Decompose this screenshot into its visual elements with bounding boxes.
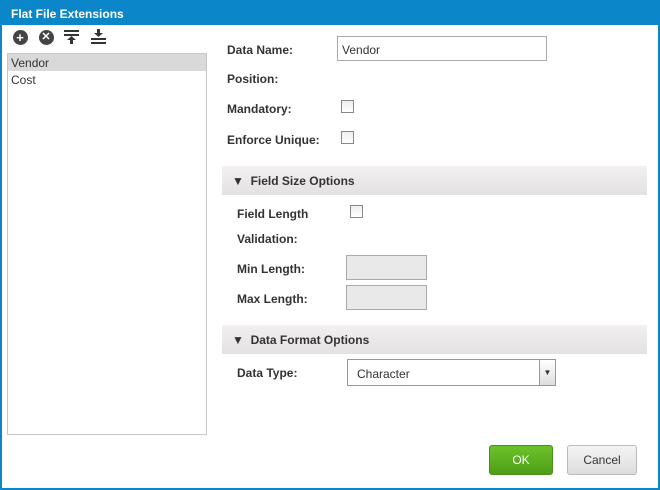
dialog-window: Flat File Extensions + ✕ Vendor Cost Dat… <box>0 0 660 490</box>
add-icon[interactable]: + <box>11 29 29 45</box>
collapse-triangle-icon: ▼ <box>232 333 244 347</box>
max-length-label: Max Length: <box>237 292 308 306</box>
data-type-select[interactable]: Character ▼ <box>347 359 556 386</box>
cancel-button[interactable]: Cancel <box>567 445 637 475</box>
list-item[interactable]: Cost <box>8 71 206 88</box>
data-name-input[interactable]: Vendor <box>337 36 547 61</box>
mandatory-checkbox[interactable] <box>341 100 354 113</box>
field-size-section-header[interactable]: ▼ Field Size Options <box>222 166 647 195</box>
position-label: Position: <box>227 72 279 86</box>
data-format-section-header[interactable]: ▼ Data Format Options <box>222 325 647 354</box>
min-length-label: Min Length: <box>237 262 305 276</box>
data-type-value: Character <box>357 367 410 381</box>
field-length-label: Field Length <box>237 207 309 221</box>
field-length-checkbox[interactable] <box>350 205 363 218</box>
mandatory-label: Mandatory: <box>227 102 292 116</box>
section-title: Field Size Options <box>250 174 355 188</box>
field-list[interactable]: Vendor Cost <box>7 53 207 435</box>
move-bottom-icon[interactable] <box>89 29 107 45</box>
validation-label: Validation: <box>237 232 298 246</box>
section-title: Data Format Options <box>250 333 370 347</box>
ok-button[interactable]: OK <box>489 445 553 475</box>
list-item[interactable]: Vendor <box>8 54 206 71</box>
min-length-input[interactable] <box>346 255 427 280</box>
max-length-input[interactable] <box>346 285 427 310</box>
dialog-title: Flat File Extensions <box>2 0 660 25</box>
collapse-triangle-icon: ▼ <box>232 174 244 188</box>
enforce-unique-checkbox[interactable] <box>341 131 354 144</box>
enforce-unique-label: Enforce Unique: <box>227 133 320 147</box>
move-top-icon[interactable] <box>62 29 80 45</box>
data-type-label: Data Type: <box>237 366 298 380</box>
chevron-down-icon[interactable]: ▼ <box>539 360 555 385</box>
data-name-label: Data Name: <box>227 43 294 57</box>
remove-icon[interactable]: ✕ <box>37 29 55 45</box>
